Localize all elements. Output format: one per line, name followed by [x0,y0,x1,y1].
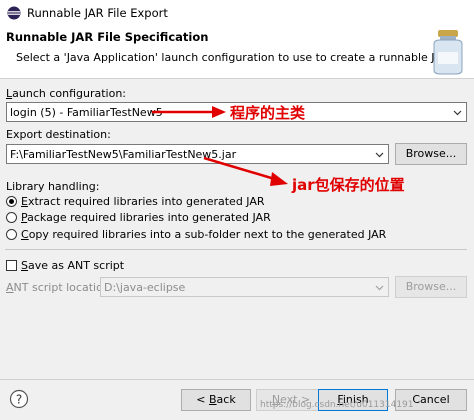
window-title: Runnable JAR File Export [27,6,168,20]
save-ant-script-checkbox[interactable] [6,260,17,271]
radio-extract-libraries[interactable] [6,196,17,207]
radio-copy-label: Copy required libraries into a sub-folde… [21,228,387,241]
chevron-down-icon [453,110,462,116]
title-bar: Runnable JAR File Export [0,0,474,26]
ant-browse-button[interactable]: Browse... [395,276,467,298]
help-icon[interactable]: ? [9,389,29,409]
eclipse-icon [7,6,21,20]
jar-icon [433,30,463,75]
radio-copy-libraries[interactable] [6,229,17,240]
annotation-jar-location: jar包保存的位置 [292,176,405,194]
launch-config-label: Launch configuration: [6,87,127,100]
chevron-down-icon [375,152,384,158]
page-heading: Runnable JAR File Specification [6,30,209,44]
export-destination-combo[interactable]: F:\FamiliarTestNew5\FamiliarTestNew5.jar [6,144,389,164]
radio-extract-label: Extract required libraries into generate… [21,195,265,208]
save-ant-script-label: Save as ANT script [21,259,125,272]
wizard-footer: ? < Back Next > Finish Cancel https://bl… [0,380,474,420]
launch-config-value: login (5) - FamiliarTestNew5 [10,106,163,119]
ant-location-combo[interactable]: D:\java-eclipse [100,277,389,297]
ant-location-label: ANT script location: [6,281,114,294]
watermark: https://blog.csdn.net/u011314191 [260,400,414,410]
back-button[interactable]: < Back [181,389,251,411]
wizard-banner: Runnable JAR File Specification Select a… [0,26,474,78]
annotation-arrow-icon [203,156,288,186]
annotation-arrow-icon [152,106,226,118]
chevron-down-icon [375,285,384,291]
section-separator [5,249,467,250]
export-destination-label: Export destination: [6,128,111,141]
radio-package-label: Package required libraries into generate… [21,211,271,224]
radio-package-libraries[interactable] [6,212,17,223]
page-description: Select a 'Java Application' launch confi… [16,51,453,64]
annotation-main-class: 程序的主类 [230,104,306,122]
export-browse-button[interactable]: Browse... [395,143,467,165]
svg-text:?: ? [16,393,22,407]
ant-location-value: D:\java-eclipse [104,281,186,294]
library-handling-label: Library handling: [6,180,100,193]
